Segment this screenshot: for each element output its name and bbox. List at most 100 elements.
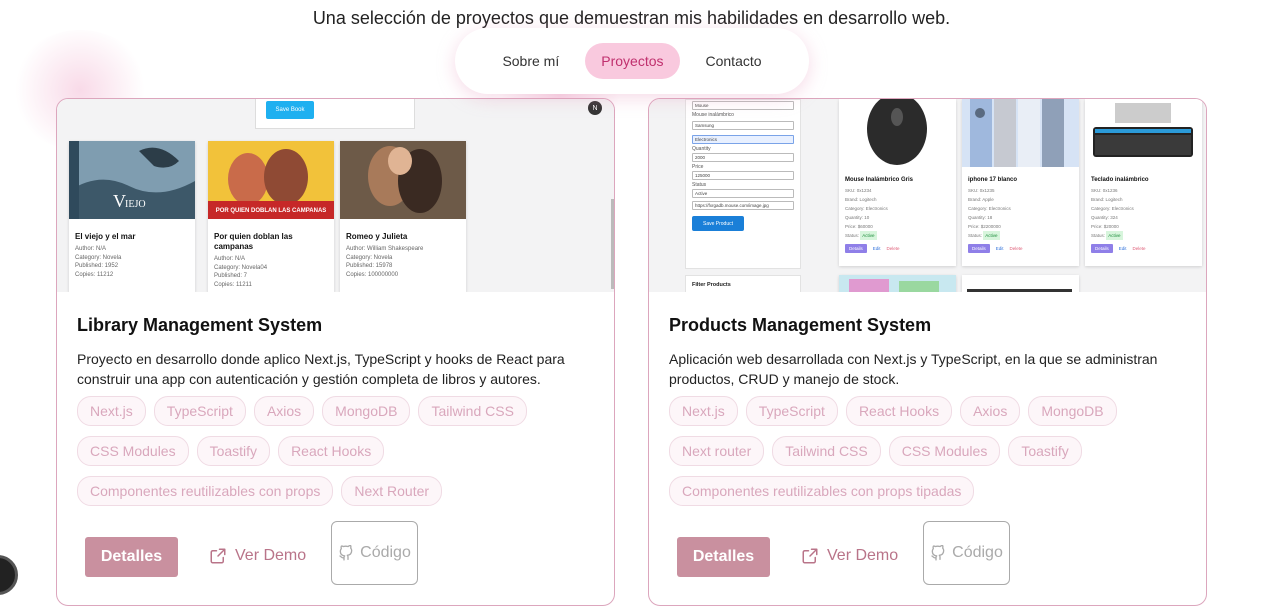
book-card: V IEJO El viejo y el mar Author: N/A Cat… <box>69 141 195 292</box>
filter-products-panel: Filter Products <box>685 275 801 292</box>
view-demo-label: Ver Demo <box>235 547 307 564</box>
nextjs-badge-icon: N <box>588 101 602 115</box>
nav-item-contacto[interactable]: Contacto <box>690 43 778 79</box>
book-form: Save Book <box>255 99 415 129</box>
details-button[interactable]: Detalles <box>677 537 770 577</box>
product-delete-button: Delete <box>886 246 900 251</box>
tech-tag: React Hooks <box>845 396 953 426</box>
tech-tag: Next router <box>669 436 765 466</box>
code-label: Código <box>952 544 1003 561</box>
product-card-partial <box>839 275 956 292</box>
product-edit-button: Edit <box>872 246 881 251</box>
form-label: Status <box>692 182 707 188</box>
product-category: Category: Electronics <box>968 206 1011 211</box>
form-input: Samsung <box>692 121 794 130</box>
book-published: Published: 15978 <box>346 263 393 269</box>
book-title: El viejo y el mar <box>75 232 136 241</box>
project-screenshot: Mouse Mouse inalámbrico Samsung Electron… <box>649 99 1206 292</box>
product-sku: SKU: 0x1236 <box>1091 188 1118 193</box>
external-link-icon <box>802 548 818 564</box>
tech-tag: Next.js <box>77 396 146 426</box>
product-actions: Details Edit Delete <box>1085 240 1202 257</box>
product-quantity: Quantity: 10 <box>845 215 870 220</box>
product-delete-button: Delete <box>1009 246 1023 251</box>
external-link-icon <box>210 548 226 564</box>
product-card: iphone 17 blanco SKU: 0x1235 Brand: Appl… <box>962 99 1079 266</box>
book-copies: Copies: 100000000 <box>346 271 399 278</box>
tech-tag: Tailwind CSS <box>772 436 881 466</box>
form-label: Price <box>692 164 704 170</box>
product-quantity: Quantity: 18 <box>968 215 993 220</box>
book-published: Published: 1952 <box>75 263 119 269</box>
tech-tag: Next.js <box>669 396 738 426</box>
product-category: Category: Electronics <box>845 206 888 211</box>
project-title: Products Management System <box>669 315 932 335</box>
screenshot-scrollbar <box>611 199 614 289</box>
book-category: Category: Novela <box>346 254 393 261</box>
product-details-button: Details <box>845 244 867 253</box>
github-icon <box>339 545 353 561</box>
product-name: Mouse Inalámbrico Gris <box>845 177 914 183</box>
code-label: Código <box>360 544 411 561</box>
product-price: Price: $60000 <box>845 224 873 229</box>
filter-title: Filter Products <box>692 282 731 288</box>
product-details-button: Details <box>968 244 990 253</box>
product-form: Mouse Mouse inalámbrico Samsung Electron… <box>685 99 801 269</box>
form-input: Mouse <box>692 101 794 110</box>
tech-tag: MongoDB <box>322 396 411 426</box>
book-card: POR QUIEN DOBLAN LAS CAMPANAS Por quien … <box>208 141 334 292</box>
book-cover-image: POR QUIEN DOBLAN LAS CAMPANAS <box>208 141 334 219</box>
tech-tag: Axios <box>253 396 315 426</box>
book-cover-image: V IEJO <box>69 141 195 219</box>
product-sku: SKU: 0x1235 <box>968 188 995 193</box>
product-price: Price: $2200000 <box>968 224 1001 229</box>
floating-action-button[interactable] <box>0 555 18 595</box>
nav-item-proyectos[interactable]: Proyectos <box>585 43 680 79</box>
book-copies: Copies: 11212 <box>75 271 114 278</box>
tech-tags: Next.js TypeScript Axios MongoDB Tailwin… <box>77 396 597 506</box>
book-category: Category: Novela <box>75 254 122 261</box>
project-card-products: Mouse Mouse inalámbrico Samsung Electron… <box>648 98 1207 606</box>
section-subtitle: Una selección de proyectos que demuestra… <box>312 8 951 28</box>
project-title: Library Management System <box>77 315 323 335</box>
product-brand: Brand: Logitech <box>845 197 877 202</box>
top-nav: Sobre mí Proyectos Contacto <box>455 28 809 94</box>
details-button[interactable]: Detalles <box>85 537 178 577</box>
form-select: Active <box>692 189 794 198</box>
book-category: Category: Novela04 <box>214 264 268 271</box>
view-demo-link[interactable]: Ver Demo <box>801 541 898 571</box>
book-author: Author: N/A <box>75 246 107 252</box>
product-image-iphone <box>962 99 1079 167</box>
product-actions: Details Edit Delete <box>962 240 1079 257</box>
form-input: https://fxrgadb.mouse.com/image.jpg <box>692 201 794 210</box>
product-edit-button: Edit <box>995 246 1004 251</box>
book-title: Romeo y Julieta <box>346 232 408 241</box>
project-card-library: Save Book N V IEJO El viejo y el mar Aut… <box>56 98 615 606</box>
tech-tags: Next.js TypeScript React Hooks Axios Mon… <box>669 396 1189 506</box>
product-details-button: Details <box>1091 244 1113 253</box>
product-image-partial <box>839 275 956 292</box>
book-author: Author: N/A <box>214 256 246 262</box>
form-input: 125000 <box>692 171 794 180</box>
product-edit-button: Edit <box>1118 246 1127 251</box>
product-category: Category: Electronics <box>1091 206 1134 211</box>
svg-text:POR QUIEN DOBLAN LAS CAMPANAS: POR QUIEN DOBLAN LAS CAMPANAS <box>216 208 327 214</box>
book-title: Por quien doblan las campanas <box>214 232 293 251</box>
tech-tag: Componentes reutilizables con props <box>77 476 334 506</box>
book-card: Romeo y Julieta Author: William Shakespe… <box>340 141 466 292</box>
code-button[interactable]: Código <box>331 521 418 585</box>
product-brand: Brand: Apple <box>968 197 994 202</box>
form-label: Quantity <box>692 146 711 152</box>
form-label: Mouse inalámbrico <box>692 112 734 118</box>
status-badge: Active <box>860 231 877 240</box>
product-name: iphone 17 blanco <box>968 177 1018 183</box>
project-screenshot: Save Book N V IEJO El viejo y el mar Aut… <box>57 99 614 292</box>
view-demo-link[interactable]: Ver Demo <box>209 541 306 571</box>
nav-item-sobre-mi[interactable]: Sobre mí <box>486 43 575 79</box>
code-button[interactable]: Código <box>923 521 1010 585</box>
tech-tag: MongoDB <box>1028 396 1117 426</box>
project-description: Proyecto en desarrollo donde aplico Next… <box>77 351 565 387</box>
tech-tag: Toastify <box>196 436 271 466</box>
product-status: Status: Active <box>968 231 1000 240</box>
product-card: Teclado inalámbrico SKU: 0x1236 Brand: L… <box>1085 99 1202 266</box>
